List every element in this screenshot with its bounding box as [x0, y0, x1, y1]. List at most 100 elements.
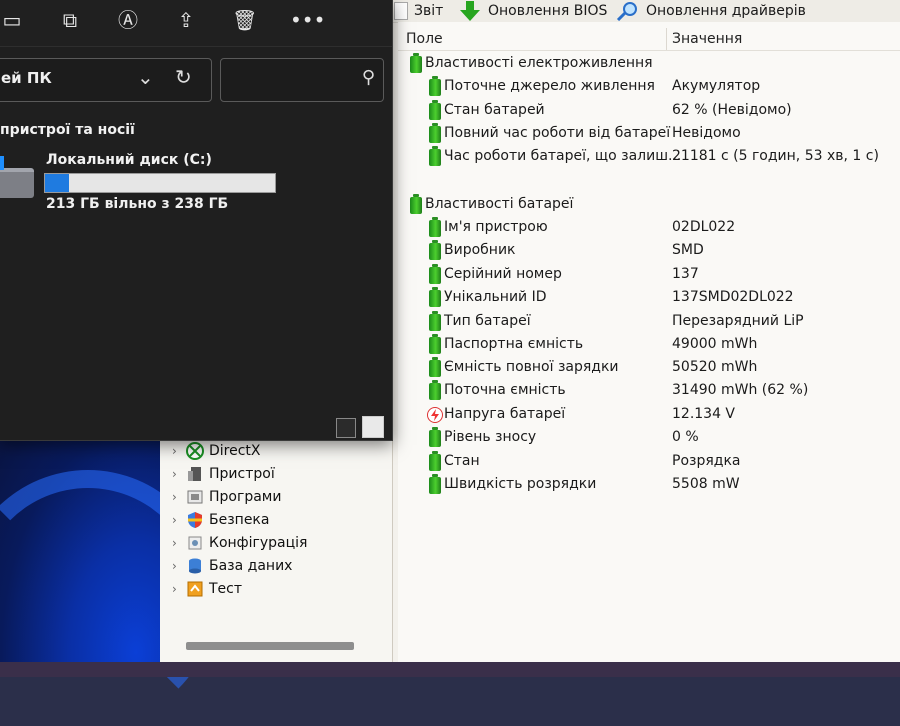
search-input[interactable]: ⚲ [220, 58, 384, 102]
tree-item-label: Пристрої [209, 466, 275, 482]
section-title: пристрої та носії [0, 122, 135, 138]
delete-icon[interactable]: 🗑 [232, 8, 257, 32]
table-row[interactable]: Час роботи батареї, що залиш... 21181 с … [398, 146, 900, 169]
table-row[interactable]: Напруга батареї 12.134 V [398, 404, 900, 427]
field-value: 21181 с (5 годин, 53 хв, 1 с) [672, 148, 879, 164]
battery-icon [429, 217, 441, 237]
share-icon[interactable]: ⇪ [174, 8, 198, 32]
tree-item-test[interactable]: › Тест [172, 578, 242, 600]
table-row[interactable]: Рівень зносу 0 % [398, 427, 900, 450]
table-row[interactable]: Стан батарей 62 % (Невідомо) [398, 100, 900, 123]
battery-icon [429, 474, 441, 494]
battery-icon [429, 146, 441, 166]
details-view-button[interactable] [336, 418, 356, 438]
field-label: Ємність повної зарядки [444, 359, 619, 375]
tree-item-security[interactable]: › Безпека [172, 509, 269, 531]
field-label: Поточне джерело живлення [444, 78, 655, 94]
field-value: SMD [672, 242, 704, 258]
battery-icon [429, 287, 441, 307]
column-header-value[interactable]: Значення [672, 31, 742, 47]
tree-item-label: База даних [209, 558, 293, 574]
table-row[interactable]: Унікальний ID 137SMD02DL022 [398, 287, 900, 310]
group-row-battery[interactable]: Властивості батареї [398, 194, 900, 217]
tree-item-label: Тест [209, 581, 243, 597]
field-value: Невідомо [672, 125, 741, 141]
more-icon[interactable]: ••• [290, 8, 325, 32]
bios-update-button[interactable]: Оновлення BIOS [458, 1, 607, 21]
field-value: Розрядка [672, 453, 741, 469]
file-explorer-window: ▭ ⧉ Ⓐ ⇪ 🗑 ••• ей ПК ⌄ ↻ ⚲ пристрої та но… [0, 0, 393, 441]
battery-icon [429, 451, 441, 471]
column-header-field[interactable]: Поле [406, 31, 443, 47]
table-row[interactable]: Ім'я пристрою 02DL022 [398, 217, 900, 240]
drive-usage-bar [44, 173, 276, 193]
search-icon: ⚲ [361, 67, 375, 88]
chevron-right-icon: › [172, 536, 177, 550]
field-label: Поточна ємність [444, 382, 566, 398]
bios-update-label: Оновлення BIOS [488, 3, 608, 19]
drive-free-text: 213 ГБ вільно з 238 ГБ [46, 196, 229, 212]
screen-bottom-edge [0, 662, 900, 677]
battery-icon [429, 311, 441, 331]
table-row[interactable]: Швидкість розрядки 5508 mW [398, 474, 900, 497]
field-label: Ім'я пристрою [444, 219, 548, 235]
rename-icon[interactable]: Ⓐ [116, 8, 140, 32]
programs-icon [187, 490, 203, 504]
field-value: 62 % (Невідомо) [672, 102, 792, 118]
field-value: Акумулятор [672, 78, 761, 94]
battery-icon [429, 357, 441, 377]
chevron-right-icon: › [172, 490, 177, 504]
table-row[interactable]: Ємність повної зарядки 50520 mWh [398, 357, 900, 380]
table-row[interactable]: Виробник SMD [398, 240, 900, 263]
driver-update-button[interactable]: Оновлення драйверів [616, 1, 806, 21]
tree-item-config[interactable]: › Конфігурація [172, 532, 307, 554]
address-bar[interactable]: ей ПК ⌄ ↻ [0, 58, 212, 102]
tree-item-devices[interactable]: › Пристрої [172, 463, 275, 485]
battery-icon [429, 76, 441, 96]
chevron-down-icon[interactable]: ⌄ [137, 65, 154, 89]
drive-icon[interactable] [0, 156, 34, 198]
field-value: 49000 mWh [672, 336, 758, 352]
field-label: Тип батареї [444, 313, 531, 329]
field-value: 5508 mW [672, 476, 740, 492]
table-row[interactable]: Стан Розрядка [398, 451, 900, 474]
tree-item-programs[interactable]: › Програми [172, 486, 281, 508]
drive-name[interactable]: Локальний диск (C:) [46, 152, 212, 168]
field-label: Паспортна ємність [444, 336, 584, 352]
field-value: 12.134 V [672, 406, 736, 422]
tree-item-database[interactable]: › База даних [172, 555, 292, 577]
table-row[interactable]: Серійний номер 137 [398, 264, 900, 287]
tree-item-directx[interactable]: › DirectX [172, 440, 261, 462]
group-label: Властивості батареї [425, 196, 574, 212]
folder-icon[interactable]: ▭ [0, 8, 24, 32]
drive-led [0, 156, 4, 170]
tree-item-label: Програми [209, 489, 282, 505]
table-row[interactable]: Паспортна ємність 49000 mWh [398, 334, 900, 357]
field-label: Стан [444, 453, 480, 469]
table-row[interactable]: Поточна ємність 31490 mWh (62 %) [398, 380, 900, 403]
field-value: 0 % [672, 429, 699, 445]
battery-icon [429, 264, 441, 284]
column-separator[interactable] [666, 28, 667, 50]
battery-icon [429, 100, 441, 120]
field-label: Рівень зносу [444, 429, 537, 445]
tree-horizontal-scrollbar[interactable] [186, 642, 354, 650]
table-row[interactable]: Тип батареї Перезарядний LiP [398, 311, 900, 334]
refresh-icon[interactable]: ↻ [175, 65, 192, 89]
field-value: 137SMD02DL022 [672, 289, 794, 305]
explorer-toolbar: ▭ ⧉ Ⓐ ⇪ 🗑 ••• [0, 0, 392, 47]
battery-icon [429, 380, 441, 400]
copy-icon[interactable]: ⧉ [58, 8, 82, 32]
field-label: Серійний номер [444, 266, 562, 282]
table-row[interactable]: Поточне джерело живлення Акумулятор [398, 76, 900, 99]
tiles-view-button[interactable] [362, 416, 384, 438]
desktop-wallpaper [0, 430, 216, 726]
shield-icon [188, 512, 202, 528]
magnifier-icon [616, 2, 637, 21]
report-icon [394, 2, 408, 20]
tree-item-label: DirectX [209, 443, 261, 459]
field-value: 02DL022 [672, 219, 736, 235]
report-button[interactable]: Звіт [394, 1, 443, 21]
group-row-power[interactable]: Властивості електроживлення [398, 53, 900, 76]
table-row[interactable]: Повний час роботи від батареї Невідомо [398, 123, 900, 146]
